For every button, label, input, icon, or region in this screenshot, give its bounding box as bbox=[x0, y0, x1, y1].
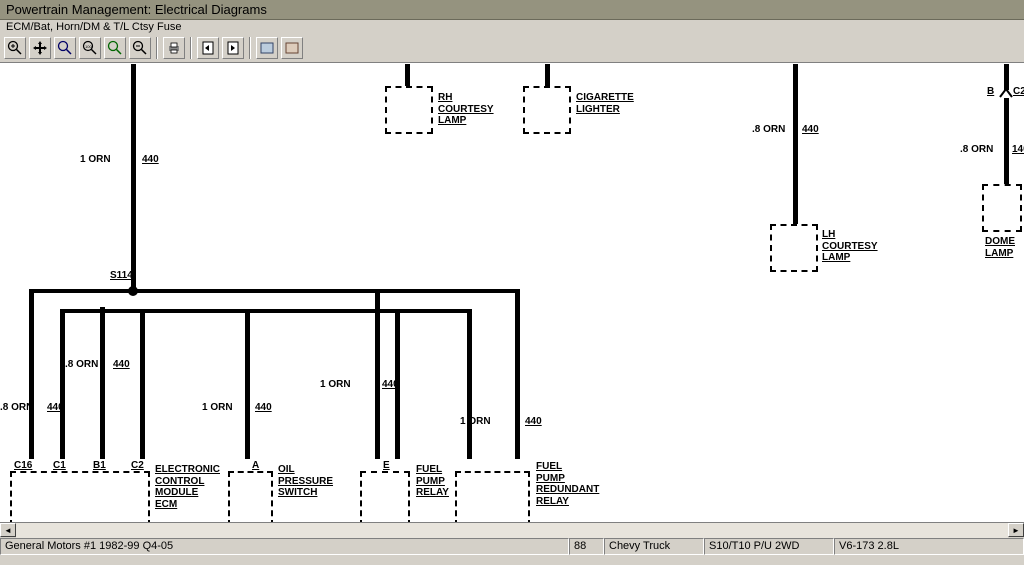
connector-c260: C260 bbox=[1013, 86, 1024, 98]
view-a-icon bbox=[259, 40, 275, 56]
page-next-icon bbox=[225, 40, 241, 56]
wire-drop-c1 bbox=[60, 309, 65, 459]
wire-cig bbox=[545, 64, 550, 86]
magnifier-icon bbox=[57, 40, 73, 56]
wire-label: 1 ORN bbox=[202, 402, 233, 414]
box-ops bbox=[228, 471, 273, 526]
wire-circuit: 440 bbox=[47, 402, 64, 414]
status-make: Chevy Truck bbox=[604, 538, 704, 555]
wire-drop-a bbox=[245, 309, 250, 459]
toolbar: 100 bbox=[0, 34, 1024, 63]
pin-label: A bbox=[252, 460, 259, 472]
toolbar-separator bbox=[156, 37, 158, 59]
wire-circuit: 440 bbox=[382, 379, 399, 391]
view-2-button[interactable] bbox=[281, 37, 303, 59]
pin-b-label: B bbox=[987, 86, 994, 98]
box-dome bbox=[982, 184, 1022, 232]
wire-circuit: 440 bbox=[525, 416, 542, 428]
next-page-button[interactable] bbox=[222, 37, 244, 59]
wire-drop-f1 bbox=[467, 309, 472, 459]
wire-circuit: 440 bbox=[255, 402, 272, 414]
status-year: 88 bbox=[569, 538, 604, 555]
status-engine: V6-173 2.8L bbox=[834, 538, 1024, 555]
magnifier-plus-icon bbox=[7, 40, 23, 56]
wire-bus-top bbox=[29, 289, 518, 293]
scroll-right-button[interactable]: ► bbox=[1008, 523, 1024, 537]
diagram-canvas[interactable]: 1 ORN 440 S114 .8 ORN 440 .8 ORN 440 1 O… bbox=[0, 63, 1024, 555]
wire-dome bbox=[1004, 98, 1009, 184]
wire-label: .8 ORN bbox=[65, 359, 98, 371]
component-ecm: ELECTRONIC CONTROL MODULE ECM bbox=[155, 464, 220, 510]
view-1-button[interactable] bbox=[256, 37, 278, 59]
splice-label: S114 bbox=[110, 270, 133, 282]
wire-circuit: 440 bbox=[142, 154, 159, 166]
wire-rhc bbox=[405, 64, 410, 86]
box-ecm bbox=[10, 471, 150, 526]
diagram-subtitle: ECM/Bat, Horn/DM & T/L Ctsy Fuse bbox=[0, 20, 1024, 34]
wire-drop-c2 bbox=[140, 309, 145, 459]
zoom-fit-button[interactable] bbox=[104, 37, 126, 59]
wire-lhc bbox=[793, 64, 798, 224]
arrows-move-icon bbox=[32, 40, 48, 56]
wire-label: 1 ORN bbox=[320, 379, 351, 391]
status-bar: General Motors #1 1982-99 Q4-05 88 Chevy… bbox=[0, 538, 1024, 555]
page-prev-icon bbox=[200, 40, 216, 56]
wire-circuit: 440 bbox=[802, 124, 819, 136]
view-b-icon bbox=[284, 40, 300, 56]
title-bar: Powertrain Management: Electrical Diagra… bbox=[0, 0, 1024, 20]
pin-label: B1 bbox=[93, 460, 106, 472]
wire-label: .8 ORN bbox=[752, 124, 785, 136]
zoom-in-button[interactable] bbox=[4, 37, 26, 59]
box-fprr bbox=[455, 471, 530, 526]
wire-drop-e1 bbox=[375, 289, 380, 459]
box-lhc bbox=[770, 224, 818, 272]
scroll-track[interactable] bbox=[16, 523, 1008, 538]
wire-label: 1 ORN bbox=[460, 416, 491, 428]
horizontal-scrollbar[interactable]: ◄ ► bbox=[0, 522, 1024, 538]
magnifier-100-icon: 100 bbox=[82, 40, 98, 56]
zoom-region-button[interactable] bbox=[54, 37, 76, 59]
pin-label: E bbox=[383, 460, 390, 472]
component-cig: CIGARETTE LIGHTER bbox=[576, 92, 634, 115]
component-ops: OIL PRESSURE SWITCH bbox=[278, 464, 333, 499]
printer-icon bbox=[166, 40, 182, 56]
pin-label: C2 bbox=[131, 460, 144, 472]
toolbar-separator bbox=[190, 37, 192, 59]
pan-button[interactable] bbox=[29, 37, 51, 59]
component-fpr: FUEL PUMP RELAY bbox=[416, 464, 449, 499]
wire-drop-b1 bbox=[100, 307, 105, 459]
component-dome: DOME LAMP bbox=[985, 236, 1015, 259]
magnifier-minus-icon bbox=[132, 40, 148, 56]
wire-drop-f2 bbox=[515, 289, 520, 459]
wire-label: .8 ORN bbox=[960, 144, 993, 156]
wire-circuit: 140 bbox=[1012, 144, 1024, 156]
wire-branch-c16 bbox=[29, 289, 34, 459]
magnifier-fit-icon bbox=[107, 40, 123, 56]
toolbar-separator bbox=[249, 37, 251, 59]
wire-circuit: 440 bbox=[113, 359, 130, 371]
box-fpr bbox=[360, 471, 410, 526]
wire-label: .8 ORN bbox=[0, 402, 33, 414]
component-rhc: RH COURTESY LAMP bbox=[438, 92, 494, 127]
svg-text:100: 100 bbox=[85, 44, 92, 49]
box-cig bbox=[523, 86, 571, 134]
zoom-out-button[interactable] bbox=[129, 37, 151, 59]
pin-label: C1 bbox=[53, 460, 66, 472]
pin-label: C16 bbox=[14, 460, 32, 472]
status-db: General Motors #1 1982-99 Q4-05 bbox=[0, 538, 569, 555]
print-button[interactable] bbox=[163, 37, 185, 59]
component-lhc: LH COURTESY LAMP bbox=[822, 229, 878, 264]
box-rhc bbox=[385, 86, 433, 134]
wire-main-feed bbox=[131, 64, 136, 289]
wire-bus-mid bbox=[60, 309, 470, 313]
component-fprr: FUEL PUMP REDUNDANT RELAY bbox=[536, 461, 599, 507]
scroll-left-button[interactable]: ◄ bbox=[0, 523, 16, 537]
wire-label: 1 ORN bbox=[80, 154, 111, 166]
status-model: S10/T10 P/U 2WD bbox=[704, 538, 834, 555]
zoom-100-button[interactable]: 100 bbox=[79, 37, 101, 59]
prev-page-button[interactable] bbox=[197, 37, 219, 59]
